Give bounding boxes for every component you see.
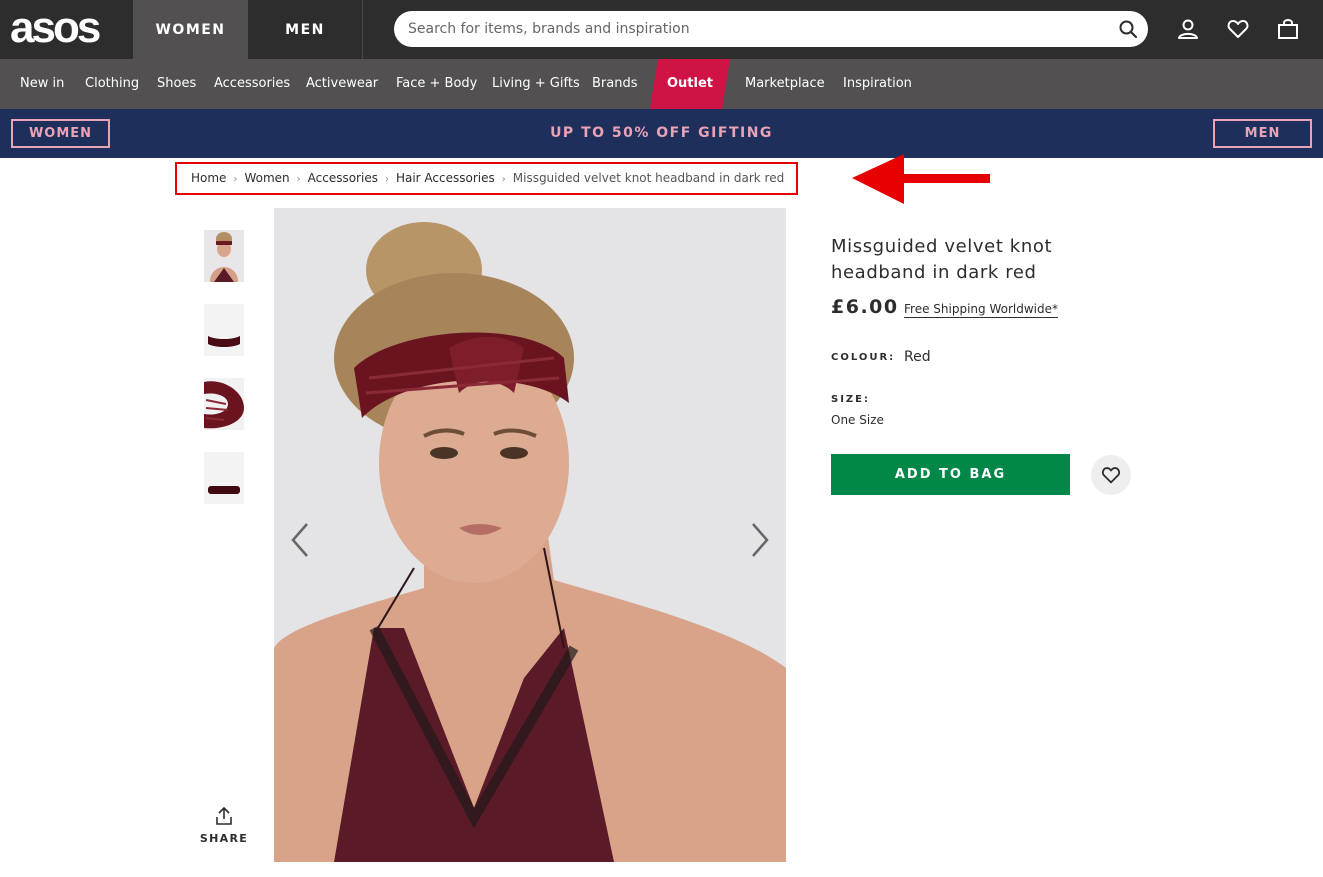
breadcrumb-accessories[interactable]: Accessories xyxy=(308,171,378,185)
headband-side-thumbnail-image xyxy=(204,452,244,504)
promo-banner: UP TO 50% OFF GIFTING WOMEN MEN xyxy=(0,109,1323,158)
breadcrumb-separator: › xyxy=(233,174,238,185)
saved-items-icon[interactable] xyxy=(1226,17,1250,41)
free-shipping-link[interactable]: Free Shipping Worldwide* xyxy=(904,301,1058,318)
promo-text[interactable]: UP TO 50% OFF GIFTING xyxy=(0,109,1323,158)
previous-image-arrow-icon[interactable] xyxy=(288,520,312,560)
thumbnail-3[interactable] xyxy=(204,378,244,430)
next-image-arrow-icon[interactable] xyxy=(748,520,772,560)
thumbnail-1[interactable] xyxy=(204,230,244,282)
annotation-arrow-icon xyxy=(852,154,990,204)
size-value: One Size xyxy=(831,413,884,427)
nav-inspiration[interactable]: Inspiration xyxy=(843,59,912,109)
colour-value: Red xyxy=(904,349,931,365)
breadcrumb-separator: › xyxy=(384,174,389,185)
search-input[interactable] xyxy=(408,11,1098,47)
top-bar: asos WOMEN MEN xyxy=(0,0,1323,59)
share-label: SHARE xyxy=(199,832,249,845)
breadcrumb-separator: › xyxy=(501,174,506,185)
heart-icon xyxy=(1102,467,1120,484)
product-main-image[interactable] xyxy=(274,208,786,862)
thumbnail-2[interactable] xyxy=(204,304,244,356)
breadcrumb-women[interactable]: Women xyxy=(244,171,289,185)
model-photo xyxy=(274,208,786,862)
thumbnail-4[interactable] xyxy=(204,452,244,504)
nav-clothing[interactable]: Clothing xyxy=(85,59,139,109)
asos-logo[interactable]: asos xyxy=(10,6,101,50)
breadcrumb-home[interactable]: Home xyxy=(191,171,226,185)
size-label: SIZE: xyxy=(831,394,871,405)
nav-activewear[interactable]: Activewear xyxy=(306,59,378,109)
colour-label: COLOUR: xyxy=(831,352,896,363)
headband-thumbnail-image xyxy=(204,304,244,356)
breadcrumb-current: Missguided velvet knot headband in dark … xyxy=(512,171,785,185)
tab-men[interactable]: MEN xyxy=(248,0,363,59)
nav-outlet[interactable]: Outlet xyxy=(650,59,730,109)
account-icon[interactable] xyxy=(1176,17,1200,41)
nav-new-in[interactable]: New in xyxy=(20,59,64,109)
breadcrumb-hair-accessories[interactable]: Hair Accessories xyxy=(396,171,495,185)
bag-icon[interactable] xyxy=(1276,17,1300,41)
share-button[interactable]: SHARE xyxy=(199,806,249,845)
nav-living-gifts[interactable]: Living + Gifts xyxy=(492,59,580,109)
breadcrumb: Home › Women › Accessories › Hair Accessories ›… xyxy=(191,171,784,185)
breadcrumb-separator: › xyxy=(296,174,301,185)
nav-shoes[interactable]: Shoes xyxy=(157,59,196,109)
nav-marketplace[interactable]: Marketplace xyxy=(745,59,825,109)
model-thumbnail-image xyxy=(204,230,244,282)
product-price: £6.00 xyxy=(831,296,899,318)
headband-closeup-thumbnail-image xyxy=(204,378,244,430)
nav-accessories[interactable]: Accessories xyxy=(214,59,290,109)
share-icon xyxy=(216,806,232,825)
tab-women[interactable]: WOMEN xyxy=(133,0,248,59)
nav-face-body[interactable]: Face + Body xyxy=(396,59,477,109)
category-nav: New in Clothing Shoes Accessories Active… xyxy=(0,59,1323,109)
search-bar xyxy=(394,11,1148,47)
promo-women-button[interactable]: WOMEN xyxy=(11,119,110,148)
promo-men-button[interactable]: MEN xyxy=(1213,119,1312,148)
nav-brands[interactable]: Brands xyxy=(592,59,638,109)
add-to-bag-button[interactable]: ADD TO BAG xyxy=(831,454,1070,495)
save-for-later-button[interactable] xyxy=(1091,455,1131,495)
product-title: Missguided velvet knot headband in dark … xyxy=(831,236,1053,283)
search-icon[interactable] xyxy=(1118,19,1138,39)
